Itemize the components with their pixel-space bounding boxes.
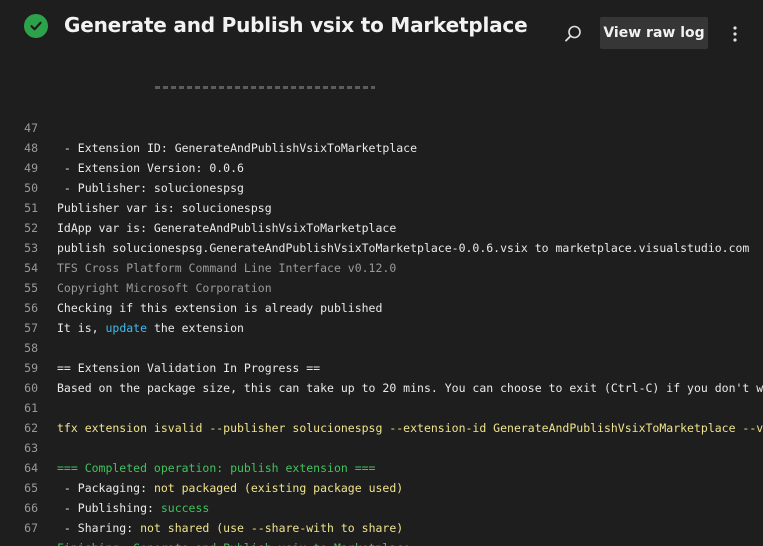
log-line: 55 Checking if this extension is already… (0, 258, 763, 315)
log-line: 60 (0, 358, 763, 395)
log-line: 47 - Extension ID: GenerateAndPublishVsi… (0, 98, 763, 155)
log-header: Generate and Publish vsix to Marketplace… (0, 0, 763, 70)
log-line: 66 - Sharing: not shared (use --share-wi… (0, 478, 763, 535)
line-number: 67 (24, 521, 38, 535)
line-text: Finishing: Generate and Publish vsix to … (57, 538, 410, 546)
more-vertical-icon (733, 26, 737, 42)
log-line: 54 Copyright Microsoft Corporation (0, 238, 763, 295)
log-line: 56 It is, update the extension (0, 278, 763, 335)
log-line: 62 (0, 398, 763, 435)
line-text-prefix: - Sharing: (57, 521, 141, 535)
log-line: 51 IdApp var is: GenerateAndPublishVsixT… (0, 178, 763, 235)
more-options-button[interactable] (724, 22, 746, 46)
page-title: Generate and Publish vsix to Marketplace (64, 13, 528, 37)
log-line: 59 Based on the package size, this can t… (0, 338, 763, 395)
log-line: 57 (0, 298, 763, 335)
log-line: 53 TFS Cross Platform Command Line Inter… (0, 218, 763, 275)
check-circle-icon (24, 14, 48, 38)
log-line: 50 Publisher var is: solucionespsg (0, 158, 763, 215)
log-output[interactable]: 47 - Extension ID: GenerateAndPublishVsi… (0, 78, 763, 546)
search-icon (565, 25, 581, 42)
status-value: not shared (use --share-with to share) (140, 521, 404, 535)
search-button[interactable] (561, 22, 585, 46)
log-line: 63 === Completed operation: publish exte… (0, 418, 763, 475)
log-line: 61 tfx extension isvalid --publisher sol… (0, 378, 763, 435)
clipped-previous-line (155, 86, 375, 89)
log-line: 67 Finishing: Generate and Publish vsix … (0, 498, 763, 546)
log-line: 52 publish solucionespsg.GenerateAndPubl… (0, 198, 763, 255)
log-line: 48 - Extension Version: 0.0.6 (0, 118, 763, 175)
log-line: 65 - Publishing: success (0, 458, 763, 515)
log-line: 58 == Extension Validation In Progress =… (0, 318, 763, 375)
log-line: 64 - Packaging: not packaged (existing p… (0, 438, 763, 495)
log-line: 49 - Publisher: solucionespsg (0, 138, 763, 195)
view-raw-log-button[interactable]: View raw log (600, 17, 708, 49)
line-text: - Sharing: not shared (use --share-with … (57, 518, 403, 538)
